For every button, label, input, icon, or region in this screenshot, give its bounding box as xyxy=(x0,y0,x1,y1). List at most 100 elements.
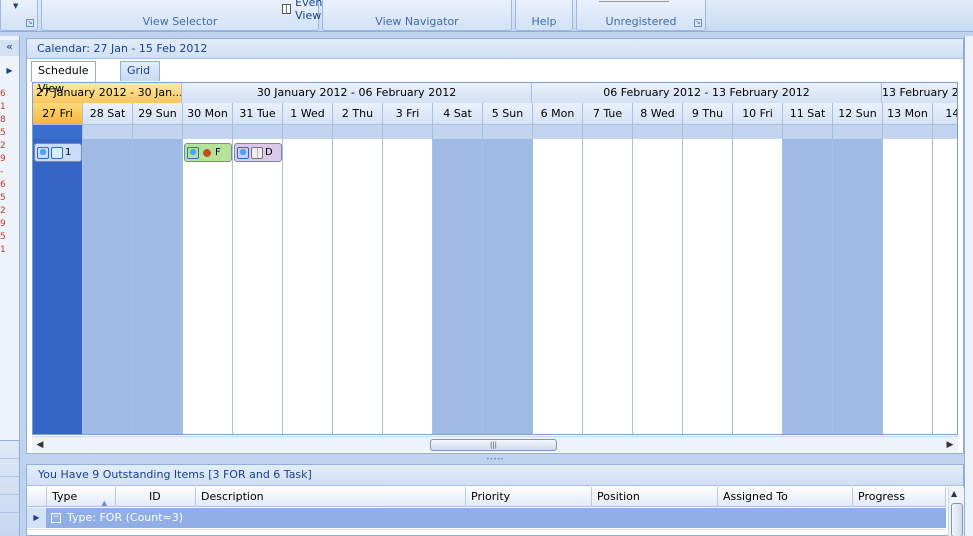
mini-calendar-day[interactable]: 2 xyxy=(0,205,6,218)
nav-button[interactable] xyxy=(0,459,19,477)
day-column[interactable] xyxy=(133,139,183,434)
day-header[interactable]: 31 Tue xyxy=(233,103,283,125)
day-header[interactable]: 30 Mon xyxy=(183,103,233,125)
mini-calendar-day[interactable]: 5 xyxy=(0,127,6,140)
all-day-cell[interactable] xyxy=(633,125,683,139)
day-column[interactable] xyxy=(433,139,483,434)
day-column[interactable] xyxy=(83,139,133,434)
mini-calendar-day[interactable]: 5 xyxy=(0,231,6,244)
group-row[interactable]: ▶ − Type: FOR (Count=3) xyxy=(27,508,946,528)
day-header[interactable]: 10 Fri xyxy=(733,103,783,125)
day-header[interactable]: 11 Sat xyxy=(783,103,833,125)
scroll-thumb[interactable] xyxy=(951,503,963,536)
chevron-down-icon[interactable]: ▼ xyxy=(13,2,18,10)
all-day-cell[interactable] xyxy=(133,125,183,139)
column-header-priority[interactable]: Priority xyxy=(466,487,592,507)
all-day-cell[interactable] xyxy=(583,125,633,139)
day-column[interactable] xyxy=(733,139,783,434)
all-day-cell[interactable] xyxy=(433,125,483,139)
day-column[interactable] xyxy=(883,139,933,434)
day-column[interactable] xyxy=(283,139,333,434)
mini-calendar-day[interactable]: 6 xyxy=(0,88,6,101)
vertical-scrollbar[interactable]: ▲ xyxy=(948,487,964,536)
day-header[interactable]: 1 Wed xyxy=(283,103,333,125)
column-header-description[interactable]: Description xyxy=(196,487,466,507)
unregistered-control[interactable] xyxy=(599,0,669,2)
all-day-cell[interactable] xyxy=(283,125,333,139)
day-header[interactable]: 14 T xyxy=(933,103,957,125)
mini-calendar-day[interactable]: 8 xyxy=(0,114,6,127)
table-row[interactable] xyxy=(27,529,946,536)
appointment[interactable]: 1 xyxy=(34,143,82,162)
all-day-cell[interactable] xyxy=(183,125,233,139)
column-header-progress[interactable]: Progress xyxy=(853,487,946,507)
mini-calendar-day[interactable]: 9 xyxy=(0,153,6,166)
day-column[interactable] xyxy=(233,139,283,434)
mini-calendar-day[interactable]: 2 xyxy=(0,140,6,153)
day-column[interactable] xyxy=(533,139,583,434)
scroll-right-icon[interactable]: ▶ xyxy=(944,438,956,452)
column-header-id[interactable]: ID xyxy=(116,487,196,507)
all-day-cell[interactable] xyxy=(733,125,783,139)
mini-calendar-day[interactable]: 6 xyxy=(0,179,6,192)
collapse-pane-button[interactable]: « xyxy=(0,40,19,56)
all-day-cell[interactable] xyxy=(883,125,933,139)
day-column[interactable] xyxy=(933,139,957,434)
all-day-cell[interactable] xyxy=(233,125,283,139)
nav-button[interactable] xyxy=(0,477,19,495)
all-day-cell[interactable] xyxy=(83,125,133,139)
appointment[interactable]: D xyxy=(234,143,282,162)
day-header[interactable]: 5 Sun xyxy=(483,103,533,125)
horizontal-scrollbar[interactable]: ◀ ||| ▶ xyxy=(32,436,958,452)
all-day-cell[interactable] xyxy=(833,125,883,139)
dialog-launcher-icon[interactable]: ↘ xyxy=(694,19,702,27)
all-day-cell[interactable] xyxy=(533,125,583,139)
scroll-left-icon[interactable]: ◀ xyxy=(34,438,46,452)
day-column[interactable] xyxy=(633,139,683,434)
day-header[interactable]: 28 Sat xyxy=(83,103,133,125)
scroll-up-icon[interactable]: ▲ xyxy=(951,489,957,498)
all-day-cell[interactable] xyxy=(783,125,833,139)
week-header[interactable]: 30 January 2012 - 06 February 2012 xyxy=(182,83,532,103)
all-day-cell[interactable] xyxy=(683,125,733,139)
day-column[interactable] xyxy=(683,139,733,434)
tab-schedule-view[interactable]: Schedule View xyxy=(31,61,96,95)
appointment[interactable]: F xyxy=(184,143,232,162)
day-header[interactable]: 7 Tue xyxy=(583,103,633,125)
nav-button[interactable] xyxy=(0,495,19,513)
nav-button[interactable] xyxy=(0,441,19,459)
day-column[interactable] xyxy=(383,139,433,434)
panel-splitter[interactable]: ••••• xyxy=(26,456,964,464)
day-column[interactable] xyxy=(33,139,83,434)
all-day-cell[interactable] xyxy=(33,125,83,139)
day-header[interactable]: 12 Sun xyxy=(833,103,883,125)
scroll-thumb[interactable]: ||| xyxy=(430,439,557,451)
tab-grid-view[interactable]: Grid View xyxy=(120,61,161,95)
collapse-group-icon[interactable]: − xyxy=(51,513,61,523)
week-header[interactable]: 06 February 2012 - 13 February 2012 xyxy=(532,83,882,103)
all-day-cell[interactable] xyxy=(933,125,957,139)
day-header[interactable]: 13 Mon xyxy=(883,103,933,125)
day-header[interactable]: 4 Sat xyxy=(433,103,483,125)
day-header[interactable]: 8 Wed xyxy=(633,103,683,125)
day-header[interactable]: 9 Thu xyxy=(683,103,733,125)
column-header-type[interactable]: Type ▲ xyxy=(47,487,116,507)
mini-calendar-day[interactable]: 1 xyxy=(0,101,6,114)
day-column[interactable] xyxy=(583,139,633,434)
dialog-launcher-icon[interactable]: ↘ xyxy=(26,19,34,27)
day-column[interactable] xyxy=(483,139,533,434)
expand-arrow-icon[interactable]: ▶ xyxy=(0,66,19,82)
mini-calendar-day[interactable]: 1 xyxy=(0,244,6,257)
day-header[interactable]: 3 Fri xyxy=(383,103,433,125)
mini-calendar-day[interactable]: 5 xyxy=(0,192,6,205)
all-day-cell[interactable] xyxy=(333,125,383,139)
column-header-assigned-to[interactable]: Assigned To xyxy=(718,487,853,507)
day-header[interactable]: 2 Thu xyxy=(333,103,383,125)
day-column[interactable] xyxy=(833,139,883,434)
day-column[interactable] xyxy=(333,139,383,434)
day-header[interactable]: 29 Sun xyxy=(133,103,183,125)
day-column[interactable] xyxy=(183,139,233,434)
mini-calendar-day[interactable]: - xyxy=(0,166,6,179)
day-header[interactable]: 27 Fri xyxy=(33,103,83,125)
all-day-cell[interactable] xyxy=(383,125,433,139)
